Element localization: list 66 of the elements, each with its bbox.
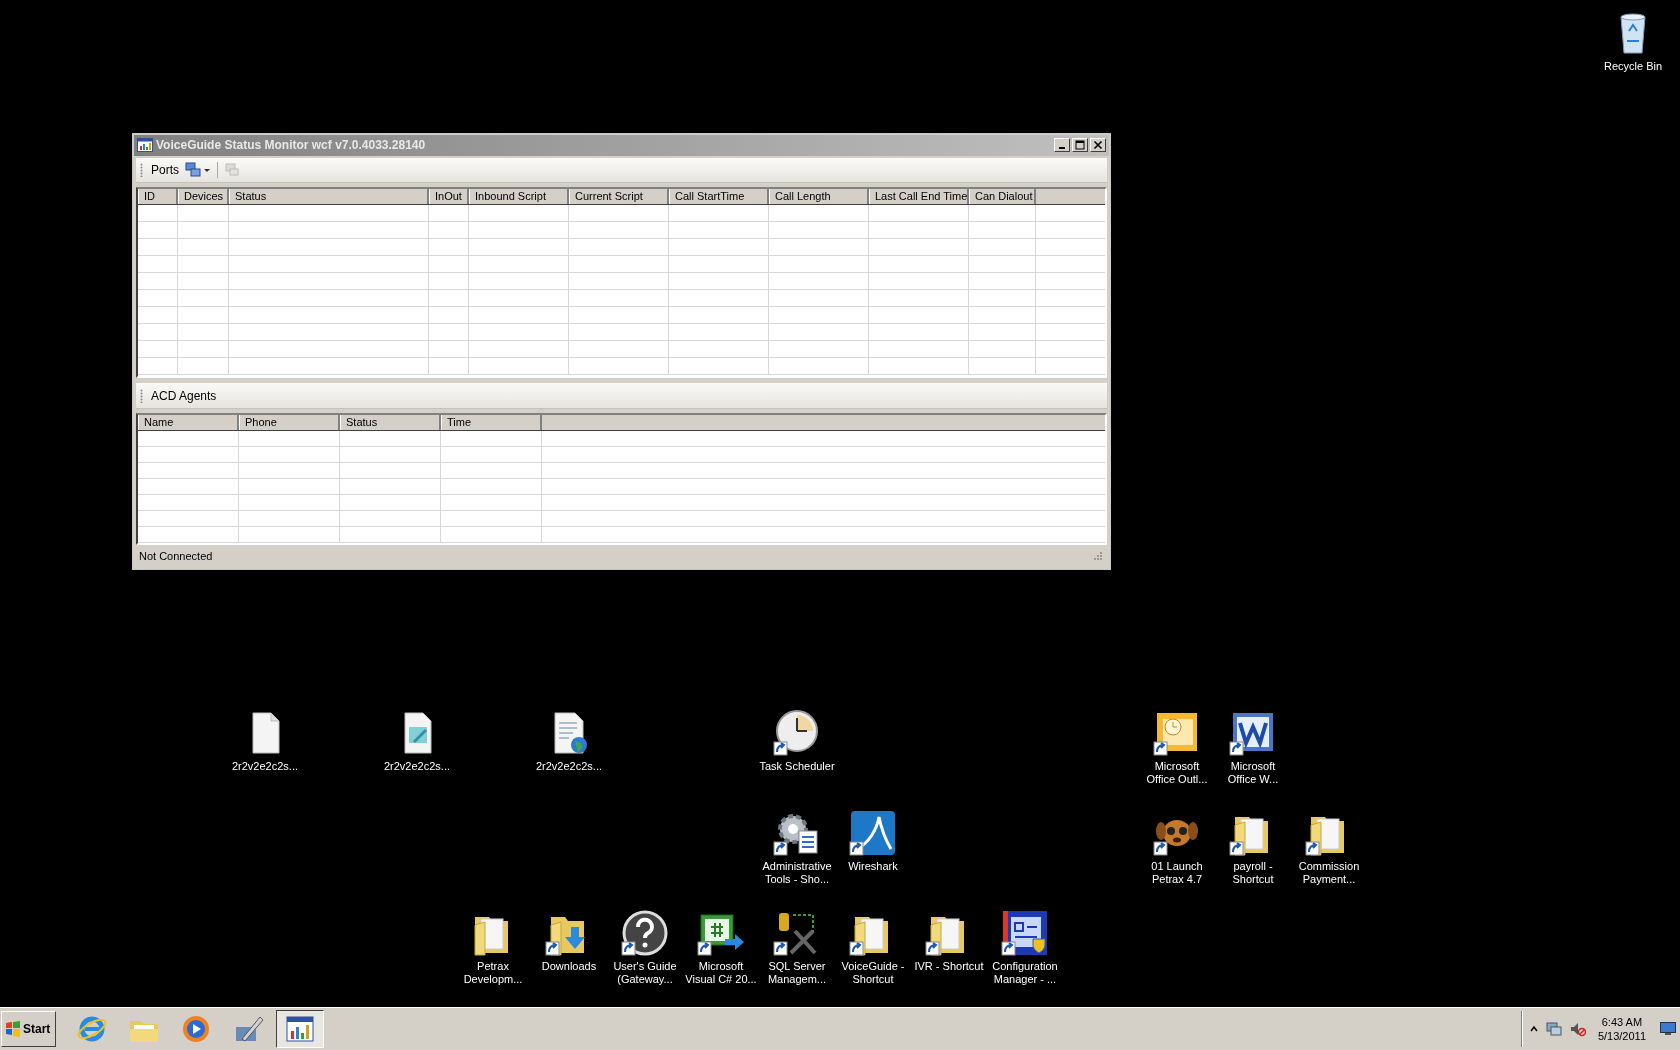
maximize-icon — [1075, 140, 1085, 151]
column-header[interactable]: Time — [441, 415, 542, 431]
taskbar-button[interactable] — [276, 1010, 324, 1048]
icon-label: Petrax Developm... — [462, 960, 524, 986]
maximize-button[interactable] — [1072, 138, 1088, 153]
column-header[interactable]: Status — [229, 188, 429, 204]
icon-label: Recycle Bin — [1602, 60, 1664, 73]
column-header[interactable]: Call StartTime — [669, 188, 769, 204]
column-header[interactable]: Name — [138, 415, 239, 431]
shield-window-icon[interactable] — [1001, 909, 1049, 957]
icon-label: Wireshark — [847, 860, 899, 873]
icon-label: Commission Payment... — [1297, 860, 1361, 886]
chevron-up-icon[interactable] — [1529, 1025, 1538, 1033]
icon-label: 01 Launch Petrax 4.7 — [1150, 860, 1204, 886]
icon-label: User's Guide (Gateway... — [612, 960, 678, 986]
minimize-button[interactable] — [1054, 138, 1070, 153]
clock-icon[interactable] — [773, 709, 821, 757]
clock-date[interactable]: 5/13/2011 — [1597, 1029, 1646, 1043]
icon-label: Microsoft Visual C# 20... — [684, 960, 758, 986]
icon-label: Microsoft Office Outl... — [1145, 760, 1209, 786]
media-player-icon — [180, 1013, 212, 1045]
icon-label: Microsoft Office W... — [1226, 760, 1280, 786]
chart-window-icon — [284, 1013, 316, 1045]
show-desktop-icon[interactable] — [1660, 1022, 1676, 1036]
window-title: VoiceGuide Status Monitor wcf v7.0.4033.28140 — [156, 138, 427, 153]
muted-speaker-icon[interactable] — [1569, 1021, 1586, 1037]
grip-icon — [140, 162, 143, 177]
icon-label: Configuration Manager - ... — [991, 960, 1059, 986]
toolbar-label: ACD Agents — [151, 388, 217, 403]
table-row[interactable] — [138, 204, 1105, 222]
status-text: Not Connected — [139, 550, 213, 563]
column-header[interactable]: Status — [340, 415, 441, 431]
grip-icon — [140, 388, 143, 403]
close-icon — [1093, 140, 1103, 151]
windows-logo-icon — [5, 1021, 21, 1037]
icon-label: Task Scheduler — [759, 760, 835, 773]
column-header[interactable]: Last Call End Time — [869, 188, 969, 204]
column-header[interactable]: Phone — [239, 415, 340, 431]
resize-grip-icon[interactable] — [1093, 551, 1103, 562]
icon-label: VoiceGuide - Shortcut — [840, 960, 906, 986]
icon-label: 2r2v2e2c2s... — [382, 760, 451, 773]
header-filler — [1036, 188, 1105, 204]
icon-label: SQL Server Managem... — [766, 960, 828, 986]
icon-label: IVR - Shortcut — [913, 960, 985, 973]
minimize-icon — [1059, 147, 1065, 150]
help-icon[interactable] — [621, 909, 669, 957]
clock-time[interactable]: 6:43 AM — [1601, 1015, 1643, 1029]
column-header[interactable]: ID — [138, 188, 178, 204]
close-button[interactable] — [1090, 138, 1106, 153]
bar-chart-icon — [137, 138, 153, 153]
icon-label: 2r2v2e2c2s... — [534, 760, 603, 773]
column-header[interactable]: Current Script — [569, 188, 669, 204]
column-header[interactable]: Inbound Script — [469, 188, 569, 204]
column-header[interactable]: Devices — [178, 188, 229, 204]
fin-logo-icon[interactable] — [849, 809, 897, 857]
toolbar-label: Ports — [151, 162, 179, 177]
icon-label: payroll - Shortcut — [1231, 860, 1275, 886]
column-header[interactable]: InOut — [429, 188, 469, 204]
connect-dropdown-button[interactable] — [185, 161, 211, 178]
network-icon[interactable] — [1545, 1021, 1562, 1037]
start-button[interactable]: Start — [1, 1011, 56, 1047]
icon-label: 2r2v2e2c2s... — [230, 760, 299, 773]
column-header[interactable]: Call Length — [769, 188, 869, 204]
column-header[interactable]: Can Dialout — [969, 188, 1036, 204]
icon-label: Downloads — [540, 960, 598, 973]
icon-label: Administrative Tools - Sho... — [761, 860, 833, 886]
